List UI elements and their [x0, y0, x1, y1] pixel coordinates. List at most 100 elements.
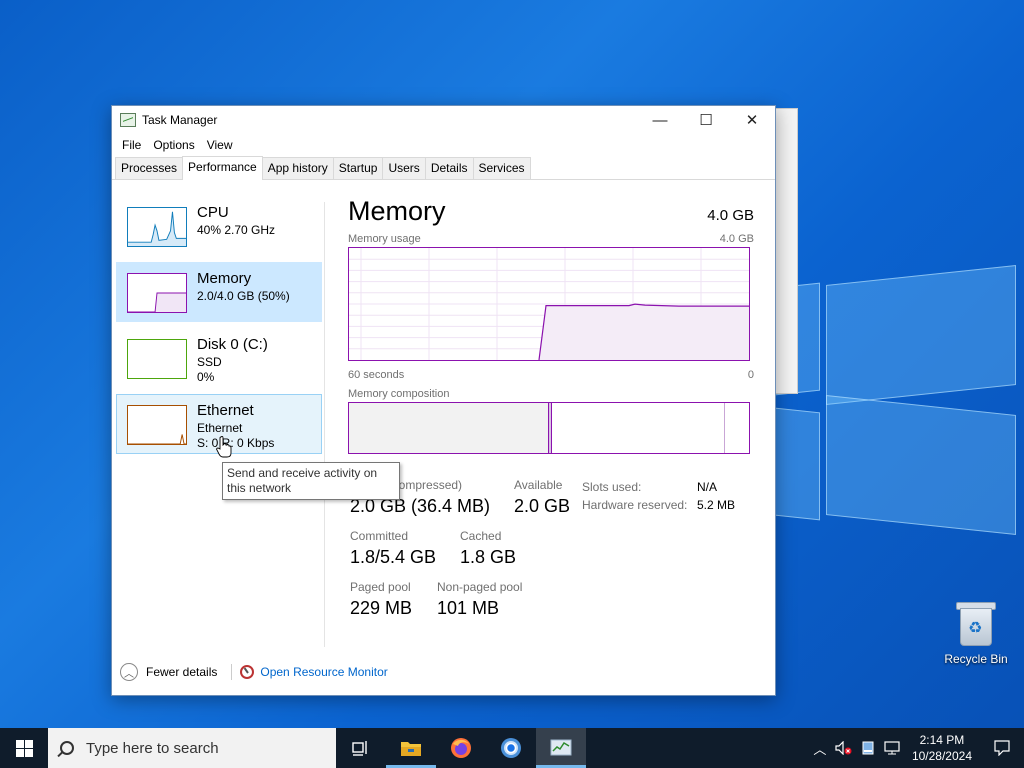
stat-nonpaged-pool: Non-paged pool 101 MB: [437, 580, 522, 619]
performance-sidebar: CPU 40% 2.70 GHz Memory 2.0/4.0 GB (50%)…: [116, 196, 322, 460]
stat-cached: Cached 1.8 GB: [460, 529, 516, 568]
menu-bar: File Options View: [112, 134, 775, 156]
taskbar-firefox[interactable]: [436, 728, 486, 768]
memory-usage-graph: [348, 247, 750, 361]
chrome-icon: [501, 738, 521, 758]
stat-hwres-label: Hardware reserved:: [582, 498, 688, 512]
stat-available: Available 2.0 GB: [514, 478, 570, 517]
memory-usage-max: 4.0 GB: [719, 233, 754, 245]
chevron-up-icon[interactable]: ︿: [120, 663, 138, 681]
memory-total: 4.0 GB: [707, 207, 754, 224]
taskbar: Type here to search ︿ 2:14 PM 10/28/2024: [0, 728, 1024, 768]
sidebar-ethernet-title: Ethernet: [197, 402, 254, 419]
stat-committed-label: Committed: [350, 529, 409, 543]
sidebar-ethernet-throughput: S: 0 R: 0 Kbps: [197, 436, 275, 450]
memory-composition-label: Memory composition: [348, 388, 450, 400]
taskbar-file-explorer[interactable]: [386, 728, 436, 768]
menu-options[interactable]: Options: [147, 138, 200, 152]
usage-graph-area: [539, 304, 749, 360]
stat-hwres-value: 5.2 MB: [697, 498, 736, 512]
memory-composition-bar: [348, 402, 750, 454]
action-center-button[interactable]: [980, 728, 1024, 768]
tab-app-history[interactable]: App history: [261, 157, 334, 179]
search-icon: [60, 741, 74, 755]
tab-services[interactable]: Services: [472, 157, 531, 179]
sidebar-memory-title: Memory: [197, 270, 252, 287]
menu-file[interactable]: File: [116, 138, 147, 152]
storage-device-icon[interactable]: [856, 741, 880, 755]
open-resource-monitor-link[interactable]: Open Resource Monitor: [260, 665, 387, 679]
menu-view[interactable]: View: [201, 138, 239, 152]
stat-available-value: 2.0 GB: [514, 496, 571, 516]
system-tray: ︿ 2:14 PM 10/28/2024: [808, 728, 1024, 768]
stat-cached-label: Cached: [460, 529, 502, 543]
folder-icon: [401, 742, 421, 756]
taskbar-task-manager[interactable]: [536, 728, 586, 768]
fewer-details-button[interactable]: Fewer details: [146, 665, 217, 679]
tab-performance[interactable]: Performance: [182, 156, 263, 180]
stat-committed: Committed 1.8/5.4 GB: [350, 529, 436, 568]
graph-time-now: 0: [747, 369, 754, 381]
notification-icon: [994, 740, 1010, 756]
window-title: Task Manager: [142, 113, 218, 127]
recycle-bin-shortcut[interactable]: ♻ Recycle Bin: [938, 600, 1014, 666]
stat-slots-label: Slots used:: [582, 480, 642, 494]
show-hidden-icons-chevron-icon[interactable]: ︿: [808, 739, 832, 758]
resource-monitor-icon: [240, 665, 255, 679]
search-placeholder: Type here to search: [86, 739, 219, 757]
sidebar-item-cpu[interactable]: CPU 40% 2.70 GHz: [116, 196, 322, 256]
tab-processes[interactable]: Processes: [115, 157, 184, 179]
stat-slots-value: N/A: [697, 480, 718, 494]
composition-free: [725, 403, 749, 453]
tab-strip: Processes Performance App history Startu…: [112, 156, 775, 180]
volume-muted-icon[interactable]: [832, 741, 856, 755]
minimize-button[interactable]: —: [637, 106, 683, 134]
composition-standby: [552, 403, 725, 453]
maximize-button[interactable]: ☐: [683, 106, 729, 134]
stat-committed-value: 1.8/5.4 GB: [350, 547, 437, 567]
title-bar[interactable]: Task Manager — ☐ ✕: [112, 106, 775, 134]
task-manager-window: Task Manager — ☐ ✕ File Options View Pro…: [111, 105, 776, 696]
sidebar-memory-detail: 2.0/4.0 GB (50%): [197, 289, 290, 303]
hand-cursor-icon: [216, 436, 232, 458]
memory-thumbnail-graph: [127, 273, 187, 313]
tab-users[interactable]: Users: [382, 157, 426, 179]
stat-nonpaged-label: Non-paged pool: [437, 580, 523, 594]
taskbar-chrome[interactable]: [486, 728, 536, 768]
task-manager-taskbar-icon: [550, 739, 572, 756]
footer-bar: ︿ Fewer details Open Resource Monitor: [120, 663, 388, 681]
tab-details[interactable]: Details: [424, 157, 474, 179]
memory-usage-label: Memory usage: [348, 233, 421, 245]
taskbar-search-box[interactable]: Type here to search: [48, 728, 336, 768]
stat-paged-pool: Paged pool 229 MB: [350, 580, 412, 619]
sidebar-disk-usage: 0%: [197, 370, 215, 384]
cpu-thumbnail-graph: [127, 207, 187, 247]
ethernet-tooltip: Send and receive activity on this networ…: [222, 462, 400, 500]
tab-startup[interactable]: Startup: [332, 157, 384, 179]
recycle-bin-icon: ♻: [956, 600, 996, 646]
ethernet-thumbnail-graph: [127, 405, 187, 445]
graph-time-span: 60 seconds: [348, 369, 405, 381]
close-button[interactable]: ✕: [729, 106, 775, 134]
panel-divider[interactable]: [324, 202, 325, 647]
stat-paged-label: Paged pool: [350, 580, 411, 594]
stat-paged-value: 229 MB: [350, 598, 413, 618]
task-view-icon: [352, 741, 367, 756]
start-button[interactable]: [0, 728, 48, 768]
sidebar-item-disk[interactable]: Disk 0 (C:) SSD 0%: [116, 328, 322, 388]
sidebar-item-memory[interactable]: Memory 2.0/4.0 GB (50%): [116, 262, 322, 322]
stat-cached-value: 1.8 GB: [460, 547, 517, 567]
disk-thumbnail-graph: [127, 339, 187, 379]
sidebar-disk-title: Disk 0 (C:): [197, 336, 268, 353]
sidebar-cpu-detail: 40% 2.70 GHz: [197, 223, 276, 237]
firefox-icon: [451, 738, 471, 758]
task-view-button[interactable]: [336, 728, 386, 768]
network-icon[interactable]: [880, 741, 904, 755]
memory-detail-panel: Memory 4.0 GB Memory usage 4.0 GB 60 sec…: [348, 196, 754, 618]
taskbar-clock[interactable]: 2:14 PM 10/28/2024: [904, 732, 980, 764]
memory-heading: Memory: [348, 196, 446, 226]
clock-time: 2:14 PM: [919, 733, 965, 747]
sidebar-ethernet-adapter: Ethernet: [197, 421, 243, 435]
composition-in-use: [349, 403, 549, 453]
sidebar-disk-type: SSD: [197, 355, 222, 369]
